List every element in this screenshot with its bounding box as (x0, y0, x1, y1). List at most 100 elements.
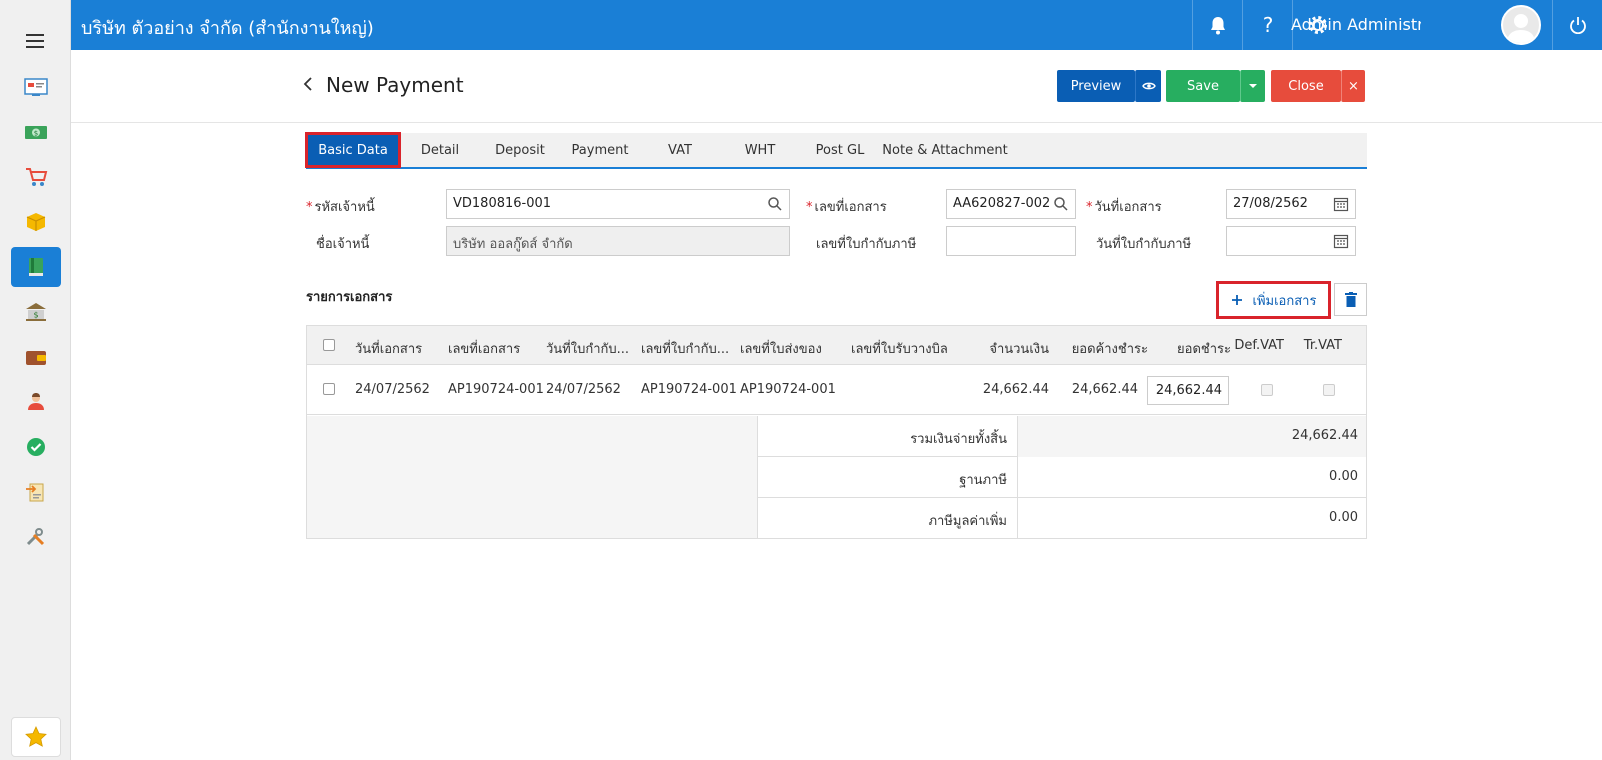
calendar-icon[interactable] (1333, 233, 1349, 249)
add-document-label: เพิ่มเอกสาร (1252, 293, 1317, 309)
summary-total-row: รวมเงินจ่ายทั้งสิ้น 24,662.44 (758, 416, 1366, 457)
bank-icon[interactable]: $ (11, 292, 61, 332)
vat-label: ภาษีมูลค่าเพิ่ม (758, 498, 1018, 539)
tab-wht[interactable]: WHT (720, 133, 800, 167)
select-all-checkbox[interactable] (323, 339, 335, 351)
svg-text:?: ? (1262, 14, 1273, 36)
svg-text:$: $ (33, 311, 38, 320)
company-name: บริษัท ตัวอย่าง จำกัด (สำนักงานใหญ่) (81, 18, 374, 39)
documents-table: วันที่เอกสาร เลขที่เอกสาร วันที่ใบกำกับ.… (306, 325, 1367, 539)
tax-base-label: ฐานภาษี (758, 457, 1018, 498)
summary-base-row: ฐานภาษี 0.00 (758, 457, 1366, 498)
dashboard-icon[interactable] (11, 67, 61, 107)
col-delivery-no[interactable]: เลขที่ใบส่งของ (740, 338, 840, 359)
tax-base-value: 0.00 (1329, 469, 1358, 484)
table-row[interactable]: 24/07/2562 AP190724-001 24/07/2562 AP190… (307, 365, 1366, 415)
save-dropdown-caret-icon[interactable] (1240, 70, 1265, 102)
close-x-icon[interactable]: × (1341, 70, 1365, 102)
row-checkbox[interactable] (323, 383, 335, 395)
power-icon[interactable] (1552, 0, 1602, 50)
tab-vat[interactable]: VAT (640, 133, 720, 167)
avatar[interactable] (1501, 5, 1541, 45)
tax-invoice-no-field[interactable] (946, 226, 1076, 256)
check-circle-icon[interactable] (11, 427, 61, 467)
menu-icon[interactable] (26, 34, 44, 48)
row-amount: 24,662.44 (982, 382, 1049, 397)
box-icon[interactable] (11, 202, 61, 242)
vat-value: 0.00 (1329, 510, 1358, 525)
creditor-code-field[interactable]: VD180816-001 (446, 189, 790, 219)
tab-deposit[interactable]: Deposit (480, 133, 560, 167)
table-header: วันที่เอกสาร เลขที่เอกสาร วันที่ใบกำกับ.… (307, 326, 1366, 365)
left-sidebar: $ $ (0, 0, 71, 760)
total-label: รวมเงินจ่ายทั้งสิ้น (758, 416, 1018, 457)
row-outstanding: 24,662.44 (1071, 382, 1138, 397)
money-icon[interactable]: $ (11, 112, 61, 152)
preview-button[interactable]: Preview (1057, 70, 1135, 102)
page-titlebar: New Payment Preview Save Close × (71, 50, 1602, 123)
doc-date-label: * วันที่เอกสาร (1086, 200, 1162, 215)
cart-icon[interactable] (11, 157, 61, 197)
tab-basic-data[interactable]: Basic Data (305, 132, 401, 168)
document-transfer-icon[interactable] (11, 472, 61, 512)
col-def-vat[interactable]: Def.VAT (1232, 338, 1284, 353)
save-button[interactable]: Save (1166, 70, 1240, 102)
payment-amount-input[interactable]: 24,662.44 (1147, 376, 1229, 405)
page-title: New Payment (326, 73, 464, 97)
tab-detail[interactable]: Detail (400, 133, 480, 167)
summary-spacer (307, 416, 758, 538)
summary-vat-row: ภาษีมูลค่าเพิ่ม 0.00 (758, 498, 1366, 539)
tr-vat-checkbox (1323, 384, 1335, 396)
search-icon[interactable] (767, 196, 783, 212)
row-tax-inv-date: 24/07/2562 (546, 382, 621, 397)
col-doc-date[interactable]: วันที่เอกสาร (355, 338, 443, 359)
tab-payment[interactable]: Payment (560, 133, 640, 167)
add-document-button[interactable]: เพิ่มเอกสาร (1216, 281, 1331, 319)
col-tr-vat[interactable]: Tr.VAT (1292, 338, 1342, 353)
bell-icon[interactable] (1192, 0, 1242, 50)
top-header: บริษัท ตัวอย่าง จำกัด (สำนักงานใหญ่) ? A… (71, 0, 1602, 50)
col-outstanding[interactable]: ยอดค้างชำระ (1052, 338, 1148, 359)
def-vat-checkbox (1261, 384, 1273, 396)
wallet-icon[interactable] (11, 337, 61, 377)
col-amount[interactable]: จำนวนเงิน (967, 338, 1049, 359)
documents-section-title: รายการเอกสาร (306, 290, 393, 305)
doc-no-label: * เลขที่เอกสาร (806, 200, 887, 215)
delete-button[interactable] (1334, 283, 1367, 316)
user-group-icon[interactable] (11, 382, 61, 422)
tab-bar: Basic Data Detail Deposit Payment VAT WH… (305, 132, 1367, 169)
col-billing-no[interactable]: เลขที่ใบรับวางบิล (851, 338, 971, 359)
col-tax-inv-no[interactable]: เลขที่ใบกำกับ... (641, 338, 729, 359)
tax-invoice-date-label: วันที่ใบกำกับภาษี (1096, 237, 1192, 252)
tax-invoice-no-label: เลขที่ใบกำกับภาษี (816, 237, 917, 252)
col-doc-no[interactable]: เลขที่เอกสาร (448, 338, 538, 359)
back-chevron-icon[interactable] (303, 76, 313, 97)
row-doc-date: 24/07/2562 (355, 382, 430, 397)
creditor-name-label: ชื่อเจ้าหนี้ (316, 237, 370, 252)
tab-post-gl[interactable]: Post GL (800, 133, 880, 167)
row-doc-no: AP190724-001 (448, 382, 544, 397)
search-icon[interactable] (1053, 196, 1069, 212)
creditor-name-field: บริษัท ออลกู๊ดส์ จำกัด (446, 226, 790, 256)
row-tax-inv-no: AP190724-001 (641, 382, 737, 397)
plus-icon (1231, 295, 1242, 305)
doc-date-field[interactable]: 27/08/2562 (1226, 189, 1356, 219)
col-tax-inv-date[interactable]: วันที่ใบกำกับ... (546, 338, 630, 359)
ledger-book-icon[interactable] (11, 247, 61, 287)
user-name[interactable]: Admin Administr... (1291, 15, 1421, 34)
tab-note-attachment[interactable]: Note & Attachment (880, 133, 1010, 167)
preview-eye-icon[interactable] (1135, 70, 1161, 102)
close-button[interactable]: Close (1271, 70, 1341, 102)
help-icon[interactable]: ? (1242, 0, 1292, 50)
svg-text:$: $ (34, 130, 38, 138)
col-payment[interactable]: ยอดชำระ (1157, 338, 1231, 359)
favorites-star-icon[interactable] (11, 717, 61, 757)
doc-no-field[interactable]: AA620827-002 (946, 189, 1076, 219)
calendar-icon[interactable] (1333, 196, 1349, 212)
creditor-code-label: * รหัสเจ้าหนี้ (306, 200, 375, 215)
trash-icon (1344, 292, 1357, 307)
row-delivery-no: AP190724-001 (740, 382, 836, 397)
tax-invoice-date-field[interactable] (1226, 226, 1356, 256)
total-value: 24,662.44 (1018, 416, 1366, 457)
tools-icon[interactable] (11, 517, 61, 557)
